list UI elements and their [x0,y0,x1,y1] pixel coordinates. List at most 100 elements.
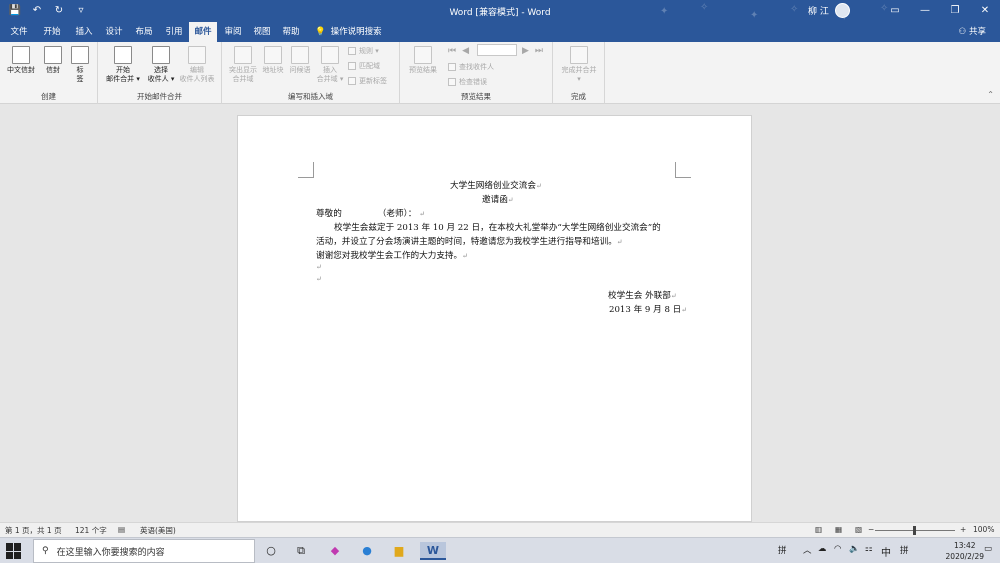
labels-button[interactable]: 标 签 [70,46,90,84]
update-labels-button[interactable]: 更新标签 [348,76,387,86]
preview-results-button[interactable]: 预览结果 [404,46,442,75]
last-record-icon[interactable]: ⏭ [535,46,543,56]
doc-body-line-3: 谢谢您对我校学生会工作的大力支持。↵ [316,251,468,261]
ime-input-indicator[interactable]: 拼 [900,544,909,556]
share-label: 共享 [968,27,986,37]
match-fields-button[interactable]: 匹配域 [348,61,380,71]
next-record-icon[interactable]: ▶ [522,46,529,56]
envelope-icon [44,46,62,64]
record-number-input[interactable] [477,44,517,56]
finish-label-1: 完成并合并 [561,66,597,74]
ime-mode-indicator[interactable]: 拼 [778,544,787,556]
tell-me-search[interactable]: 💡 操作说明搜索 [315,22,382,42]
tab-help[interactable]: 帮助 [277,22,305,42]
taskbar-search-box[interactable]: ⚲ 在这里输入你要搜索的内容 [33,539,255,563]
greeting-line-button[interactable]: 问候语 [287,46,313,75]
document-area[interactable]: 大学生网络创业交流会↵ 邀请函↵ 尊敬的 （老师）： ↵ 校学生会兹定于 2013… [0,105,1000,522]
collapse-ribbon-icon[interactable]: ⌃ [987,90,994,99]
tab-file[interactable]: 文件 [6,22,32,42]
web-layout-icon[interactable]: ▧ [855,525,862,534]
ribbon-display-options-button[interactable]: ▭ [880,0,910,22]
cn-envelope-button[interactable]: 中文信封 [6,46,36,75]
page-count[interactable]: 第 1 页，共 1 页 [5,525,62,536]
select-label-2: 收件人 ▾ [147,75,175,83]
word-window: ✦✧✦ ✧✦✧ 💾 ↶ ↻ ▿ Word [兼容模式] - Word 柳 江 ▭… [0,0,1000,563]
rules-button[interactable]: 规则 ▾ [348,46,379,56]
window-title: Word [兼容模式] - Word [449,8,551,18]
volume-icon[interactable]: 🔈 [849,544,860,554]
finish-merge-button[interactable]: 完成并合并 ▾ [556,46,602,84]
lightbulb-icon: 💡 [315,27,326,37]
document-icon [114,46,132,64]
doc-signature: 校学生会 外联部↵ [608,291,677,301]
address-block-label: 地址块 [262,66,284,74]
browser-app-icon[interactable]: ● [358,542,376,560]
search-icon: ⚲ [42,546,49,556]
tab-references[interactable]: 引用 [160,22,188,42]
clock-date: 2020/2/29 [945,552,984,561]
word-app-icon[interactable]: W [420,542,446,560]
first-record-icon[interactable]: ⏮ [448,46,456,56]
tab-review[interactable]: 审阅 [219,22,247,42]
envelope-button[interactable]: 信封 [41,46,65,75]
windows-start-icon[interactable] [6,543,22,559]
match-fields-icon [348,62,356,70]
edit-recipient-list-button[interactable]: 编辑 收件人列表 [174,46,220,84]
zoom-in-button[interactable]: + [960,525,966,534]
tab-layout[interactable]: 布局 [130,22,158,42]
share-button[interactable]: ⚇ 共享 [959,22,986,42]
edit-list-label-1: 编辑 [190,66,204,74]
doc-body-line-1: 校学生会兹定于 2013 年 10 月 22 日，在本校大礼堂举办“大学生网络创… [334,223,661,233]
language-indicator[interactable]: 英语(美国) [140,525,176,536]
tab-design[interactable]: 设计 [100,22,128,42]
zoom-out-button[interactable]: − [868,525,874,534]
envelope-label: 信封 [46,66,60,74]
tab-view[interactable]: 视图 [248,22,276,42]
zoom-level[interactable]: 100% [973,525,994,534]
tab-insert[interactable]: 插入 [70,22,98,42]
check-errors-button[interactable]: 检查错误 [448,77,487,87]
file-explorer-icon[interactable]: ▆ [390,542,408,560]
doc-salutation: 尊敬的 （老师）： ↵ [316,209,426,219]
word-count[interactable]: 121 个字 [75,525,107,536]
ime-language-indicator[interactable]: 中 [881,544,891,559]
notification-icon[interactable]: ▭ [984,544,992,554]
clock-time: 13:42 [953,541,976,550]
document-page[interactable]: 大学生网络创业交流会↵ 邀请函↵ 尊敬的 （老师）： ↵ 校学生会兹定于 2013… [237,115,752,522]
start-mail-merge-button[interactable]: 开始 邮件合并 ▾ [102,46,144,84]
network-icon[interactable]: ⚏ [865,544,873,554]
start-merge-label-1: 开始 [116,66,130,74]
system-clock[interactable]: 13:42 2020/2/29 [946,540,984,562]
read-mode-icon[interactable]: ▥ [815,525,822,534]
account-area[interactable]: 柳 江 [808,3,850,18]
cortana-icon[interactable]: ○ [262,542,280,560]
start-merge-label-2: 邮件合并 ▾ [106,75,140,83]
address-block-icon [264,46,282,64]
zoom-slider-thumb[interactable] [913,526,916,535]
preview-label: 预览结果 [409,66,437,74]
paint-app-icon[interactable]: ◆ [326,542,344,560]
tab-home[interactable]: 开始 [38,22,66,42]
highlight-merge-fields-button[interactable]: 突出显示 合并域 [226,46,260,84]
find-recipient-button[interactable]: 查找收件人 [448,62,494,72]
address-block-button[interactable]: 地址块 [260,46,286,75]
wifi-icon[interactable]: ◠ [834,544,841,554]
update-labels-icon [348,77,356,85]
labels-icon [71,46,89,64]
minimize-button[interactable]: — [910,0,940,22]
print-layout-icon[interactable]: ▦ [835,525,842,534]
previous-record-icon[interactable]: ◀ [462,46,469,56]
task-view-icon[interactable]: ⧉ [292,542,310,560]
select-recipients-button[interactable]: 选择 收件人 ▾ [144,46,178,84]
cloud-icon[interactable]: ☁ [818,544,827,554]
tell-me-label: 操作说明搜索 [330,27,382,37]
avatar[interactable] [834,3,850,18]
taskbar: ⚲ 在这里输入你要搜索的内容 ○ ⧉ ◆ ● ▆ W 拼 ︿ ☁ ◠ 🔈 ⚏ 中… [0,537,1000,563]
tab-mailings[interactable]: 邮件 [189,22,217,42]
close-button[interactable]: ✕ [970,0,1000,22]
insert-merge-field-button[interactable]: 插入 合并域 ▾ [314,46,346,84]
proofing-icon[interactable]: ▤ [118,525,125,534]
show-hidden-icons-icon[interactable]: ︿ [803,544,812,556]
doc-body-line-2: 活动，并设立了分会场演讲主题的时间，特邀请您为我校学生进行指导和培训。↵ [316,237,623,247]
restore-button[interactable]: ❐ [940,0,970,22]
